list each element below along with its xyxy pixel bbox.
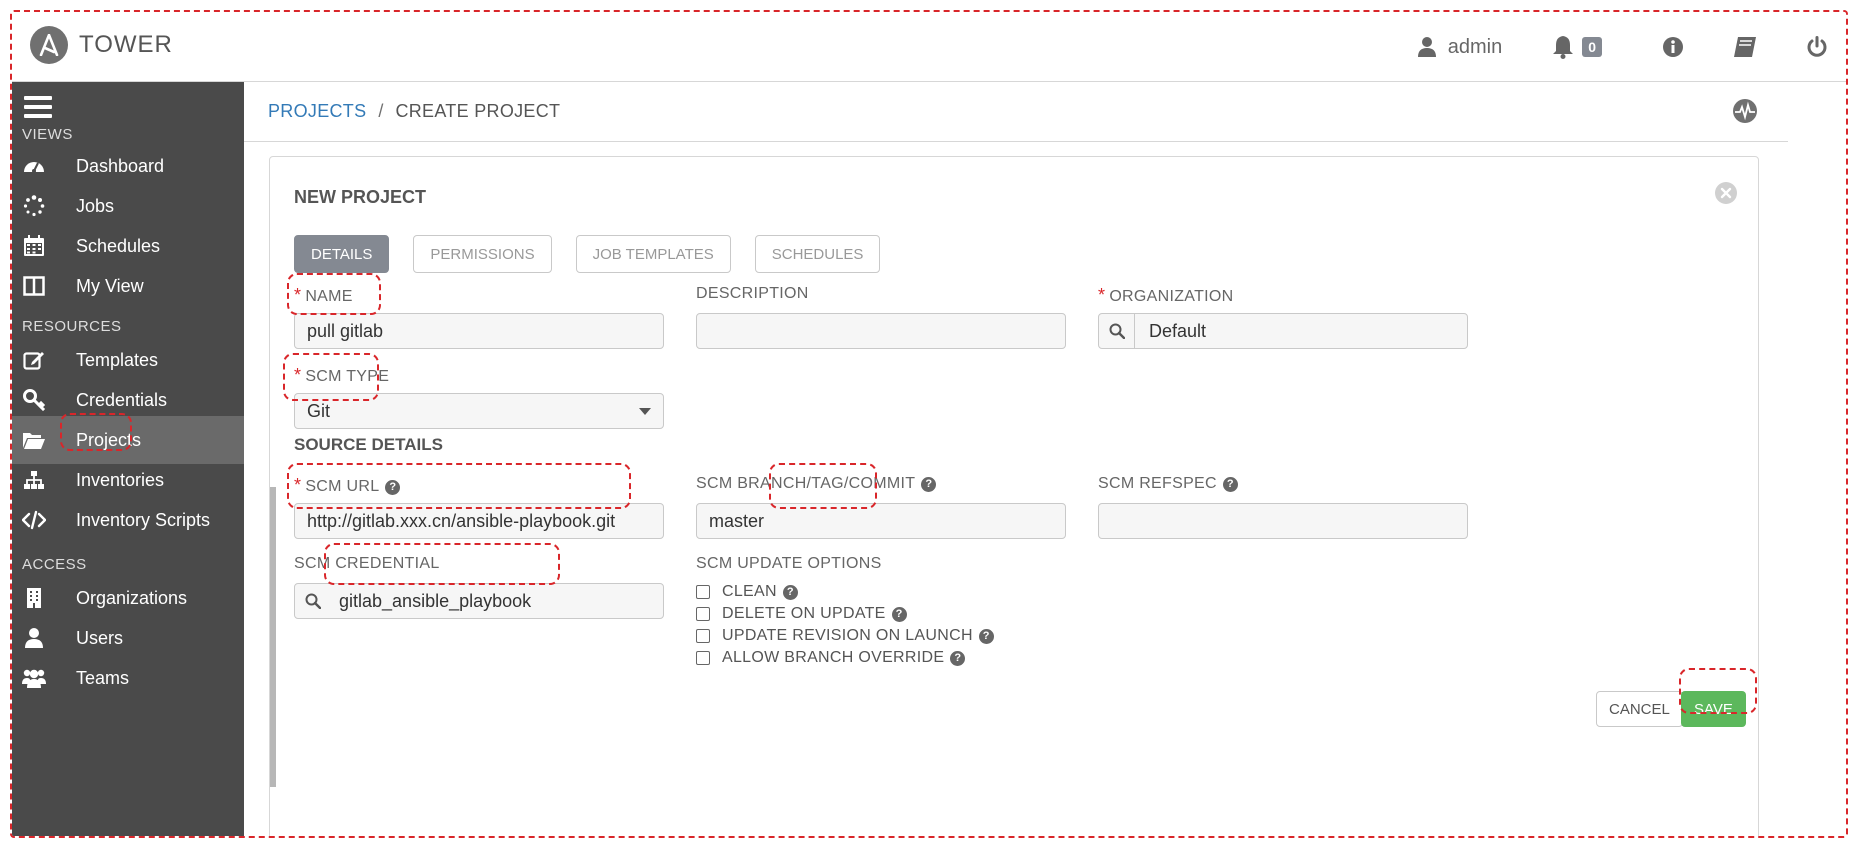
checkbox[interactable] (696, 651, 710, 665)
ansible-logo-icon (30, 26, 68, 64)
about-button[interactable] (1658, 32, 1688, 62)
breadcrumb-current: CREATE PROJECT (395, 101, 561, 121)
app-name: TOWER (79, 31, 173, 58)
organization-lookup[interactable]: Default (1098, 313, 1468, 349)
book-icon (1734, 37, 1756, 57)
help-icon[interactable]: ? (978, 628, 994, 644)
panel-title: NEW PROJECT (294, 187, 427, 207)
info-circle-icon (1663, 37, 1683, 57)
building-icon (22, 586, 46, 610)
edit-icon (22, 348, 46, 372)
chevron-down-icon (639, 408, 651, 415)
name-field[interactable]: pull gitlab (294, 313, 664, 349)
name-label: * NAME (294, 285, 353, 305)
scm-credential-label: SCM CREDENTIAL (294, 555, 440, 572)
description-field[interactable] (696, 313, 1066, 349)
sidebar-section-resources: RESOURCES (22, 318, 122, 335)
scm-type-label: * SCM TYPE (294, 365, 390, 385)
tab-bar: DETAILS PERMISSIONS JOB TEMPLATES SCHEDU… (294, 235, 904, 273)
cancel-button[interactable]: CANCEL (1596, 691, 1683, 727)
required-marker: * (294, 285, 302, 305)
scm-url-field[interactable]: http://gitlab.xxx.cn/ansible-playbook.gi… (294, 503, 664, 539)
tab-schedules[interactable]: SCHEDULES (754, 235, 881, 273)
sidebar-item-my-view[interactable]: My View (12, 262, 244, 310)
source-details-title: SOURCE DETAILS (294, 435, 443, 454)
close-icon[interactable] (1714, 181, 1738, 205)
required-marker: * (294, 365, 302, 385)
checkbox[interactable] (696, 629, 710, 643)
logout-button[interactable] (1802, 32, 1832, 62)
search-icon[interactable] (295, 584, 331, 618)
sidebar-section-views: VIEWS (22, 126, 73, 143)
option-delete-on-update[interactable]: DELETE ON UPDATE? (696, 605, 907, 623)
top-bar: TOWER admin 0 (12, 12, 1846, 82)
scm-credential-lookup[interactable]: gitlab_ansible_playbook (294, 583, 664, 619)
username: admin (1447, 35, 1503, 58)
required-marker: * (294, 475, 302, 495)
scm-refspec-field[interactable] (1098, 503, 1468, 539)
code-icon (22, 508, 46, 532)
help-icon[interactable]: ? (921, 477, 937, 492)
option-clean[interactable]: CLEAN? (696, 583, 798, 601)
scm-refspec-label: SCM REFSPEC? (1098, 475, 1238, 493)
tab-job-templates[interactable]: JOB TEMPLATES (575, 235, 731, 273)
scm-branch-label: SCM BRANCH/TAG/COMMIT? (696, 475, 937, 493)
sitemap-icon (22, 468, 46, 492)
hamburger-menu-icon[interactable] (24, 96, 52, 120)
sidebar-item-teams[interactable]: Teams (12, 654, 244, 702)
tab-details[interactable]: DETAILS (294, 235, 390, 273)
calendar-icon (22, 234, 46, 258)
bell-icon (1553, 36, 1574, 59)
help-icon[interactable]: ? (1222, 477, 1238, 492)
tab-permissions[interactable]: PERMISSIONS (413, 235, 552, 273)
option-allow-branch-override[interactable]: ALLOW BRANCH OVERRIDE? (696, 649, 966, 667)
docs-button[interactable] (1730, 32, 1760, 62)
breadcrumb-separator: / (378, 101, 384, 121)
folder-open-icon (22, 428, 46, 452)
checkbox[interactable] (696, 585, 710, 599)
save-button[interactable]: SAVE (1681, 691, 1746, 727)
power-icon (1807, 36, 1827, 57)
sidebar-section-access: ACCESS (22, 556, 87, 573)
scm-url-label: * SCM URL? (294, 475, 401, 496)
users-icon (22, 666, 46, 690)
new-project-panel: NEW PROJECT DETAILS PERMISSIONS JOB TEMP… (269, 156, 1759, 836)
help-icon[interactable]: ? (891, 606, 907, 622)
screenshot-frame: TOWER admin 0 VIEWS Dashboard Jobs Sched… (10, 10, 1848, 838)
section-indicator-bar (270, 487, 276, 787)
activity-stream-icon[interactable] (1732, 98, 1758, 124)
description-label: DESCRIPTION (696, 285, 809, 302)
spinner-icon (22, 194, 46, 218)
dashboard-icon (22, 154, 46, 178)
help-icon[interactable]: ? (782, 584, 798, 600)
sidebar: VIEWS Dashboard Jobs Schedules My View R… (12, 82, 244, 836)
breadcrumb: PROJECTS / CREATE PROJECT (244, 82, 1788, 142)
columns-icon (22, 274, 46, 298)
organization-label: * ORGANIZATION (1098, 285, 1234, 305)
key-icon (22, 388, 46, 412)
breadcrumb-projects-link[interactable]: PROJECTS (268, 101, 366, 122)
help-icon[interactable]: ? (385, 480, 401, 495)
tower-logo[interactable]: TOWER (30, 26, 173, 64)
search-icon[interactable] (1099, 314, 1135, 348)
update-options-label: SCM UPDATE OPTIONS (696, 555, 882, 572)
scm-branch-field[interactable]: master (696, 503, 1066, 539)
notifications-button[interactable]: 0 (1552, 35, 1602, 59)
sidebar-item-inventory-scripts[interactable]: Inventory Scripts (12, 496, 244, 544)
user-menu[interactable]: admin (1417, 35, 1503, 59)
scm-type-select[interactable]: Git (294, 393, 664, 429)
user-icon (1417, 37, 1436, 57)
checkbox[interactable] (696, 607, 710, 621)
required-marker: * (1098, 285, 1106, 305)
notification-count-badge: 0 (1582, 37, 1602, 57)
option-update-revision-on-launch[interactable]: UPDATE REVISION ON LAUNCH? (696, 627, 994, 645)
user-icon (22, 626, 46, 650)
help-icon[interactable]: ? (950, 650, 966, 666)
